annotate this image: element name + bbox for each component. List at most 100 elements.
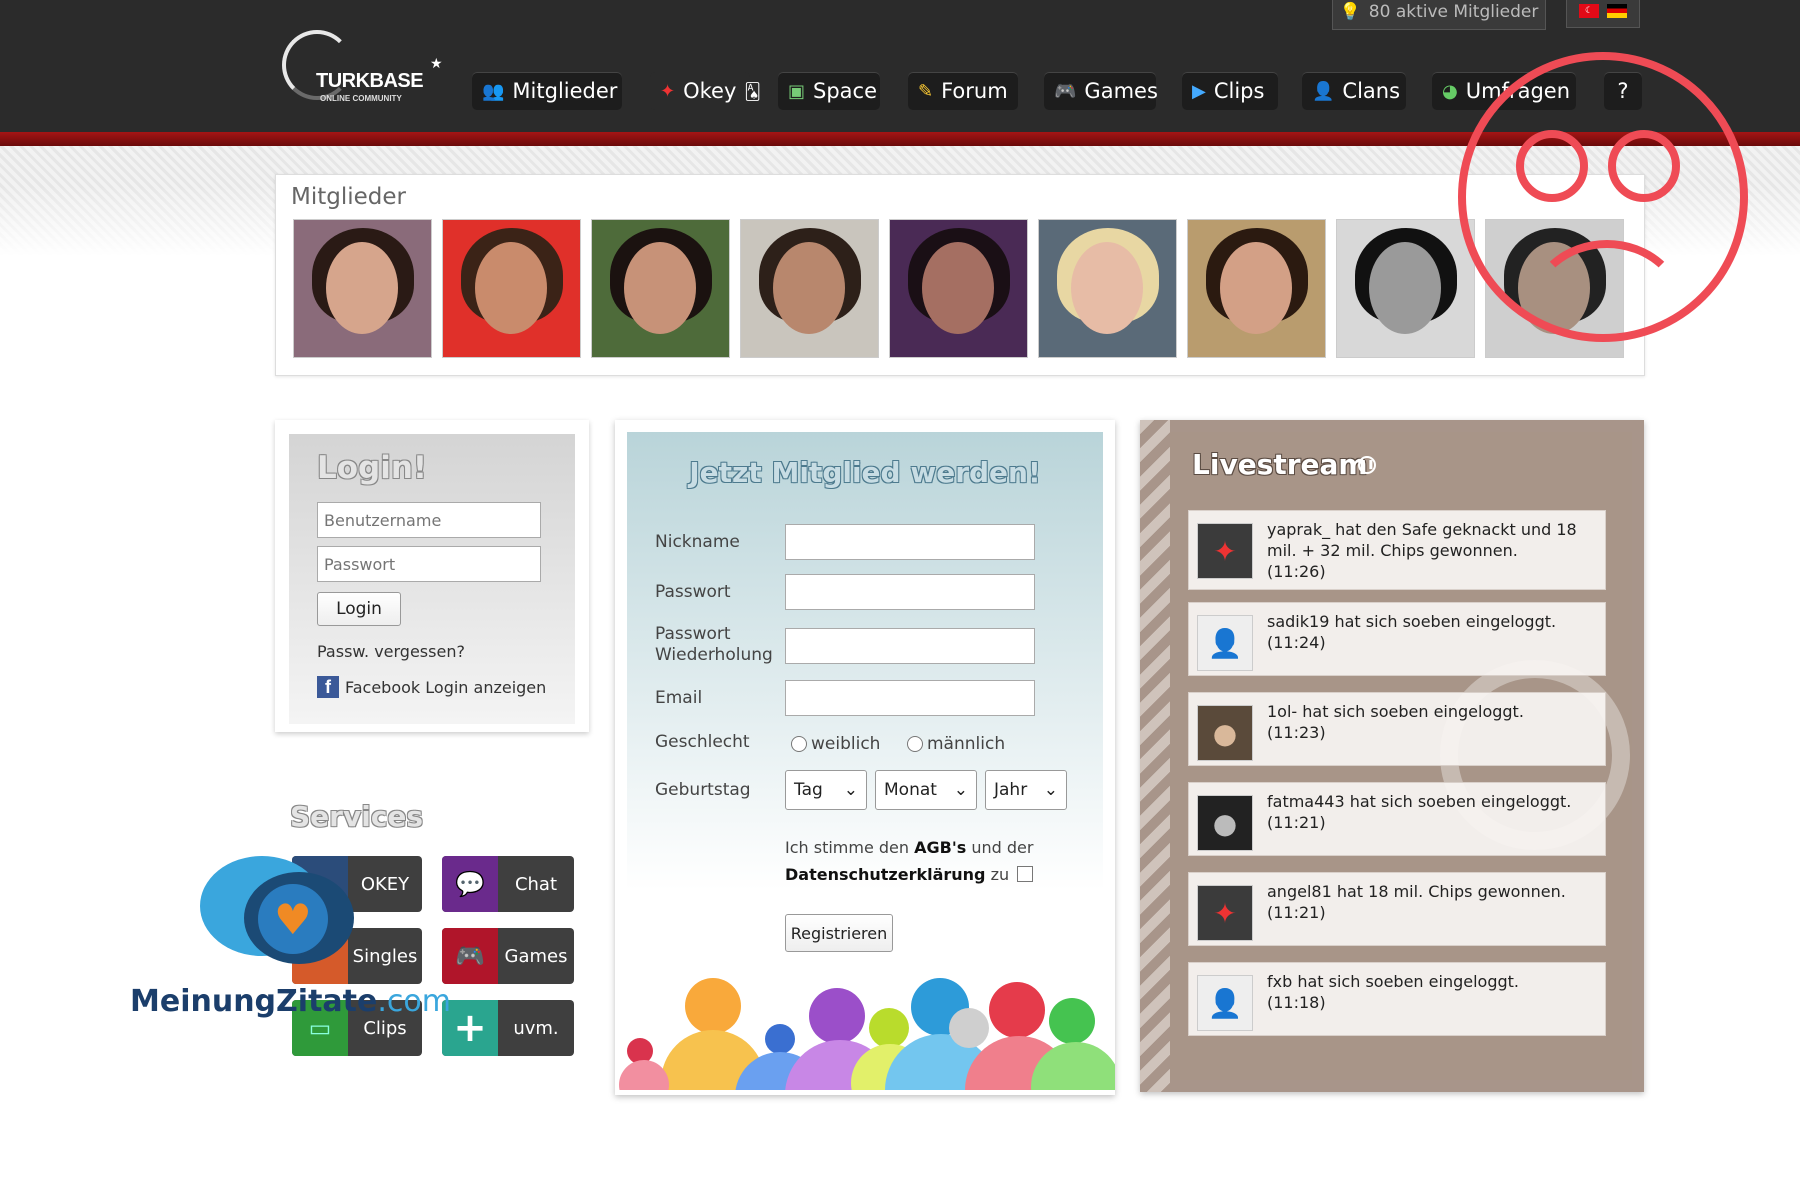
member-photo[interactable]: [889, 219, 1028, 358]
online-count: 80 aktive Mitglieder: [1368, 2, 1539, 22]
nav-mitglieder[interactable]: 👥 Mitglieder: [472, 72, 622, 110]
terms-checkbox[interactable]: [1017, 866, 1034, 882]
member-photo[interactable]: [293, 219, 432, 358]
nav-label: Forum: [941, 79, 1008, 103]
star-icon: ★: [430, 56, 443, 72]
nickname-input[interactable]: [785, 524, 1035, 560]
logo-subtitle: ONLINE COMMUNITY: [320, 94, 402, 103]
registration-title: Jetzt Mitglied werden!: [689, 456, 1041, 489]
play-icon: ▶: [1192, 80, 1206, 102]
member-photo[interactable]: [740, 219, 879, 358]
password-repeat-label: Passwort Wiederholung: [655, 624, 773, 666]
terms-text: Ich stimme den: [785, 838, 915, 857]
sad-face-overlay-icon: [1458, 52, 1748, 342]
service-label: Games: [504, 945, 568, 967]
service-chat[interactable]: 💬 Chat: [442, 856, 574, 912]
login-panel: Login! Login Passw. vergessen? f Facebook…: [275, 420, 589, 732]
service-label: Chat: [514, 873, 558, 895]
birthday-month-select[interactable]: Monat ⌄: [875, 770, 977, 810]
livestream-entry[interactable]: ✦ yaprak_ hat den Safe geknackt und 18 m…: [1188, 510, 1606, 590]
german-flag-icon[interactable]: [1607, 4, 1627, 18]
livestream-entry[interactable]: 👤 sadik19 hat sich soeben eingeloggt. (11…: [1188, 602, 1606, 676]
register-password-input[interactable]: [785, 574, 1035, 610]
male-label: männlich: [927, 734, 1006, 754]
month-value: Monat: [884, 780, 937, 800]
member-photo[interactable]: [1336, 219, 1475, 358]
gender-female-radio[interactable]: weiblich: [791, 734, 880, 754]
nav-okey[interactable]: ✦ Okey 🂡: [650, 72, 761, 110]
service-label: uvm.: [513, 1017, 559, 1039]
entry-text: 1ol- hat sich soeben eingeloggt.: [1267, 702, 1524, 721]
facebook-login-link[interactable]: f Facebook Login anzeigen: [317, 676, 546, 698]
user-avatar: ●: [1197, 705, 1253, 761]
nickname-label: Nickname: [655, 532, 740, 552]
year-value: Jahr: [994, 780, 1028, 800]
privacy-link[interactable]: Datenschutzerklärung: [785, 865, 986, 884]
member-photo[interactable]: [591, 219, 730, 358]
password-label: Passwort: [655, 582, 731, 602]
clan-icon: 👤: [1312, 80, 1335, 102]
login-title: Login!: [317, 450, 428, 486]
member-photo[interactable]: [442, 219, 581, 358]
agb-link[interactable]: AGB's: [914, 838, 966, 857]
okey-game-icon: ✦: [1197, 523, 1253, 579]
birthday-year-select[interactable]: Jahr ⌄: [985, 770, 1067, 810]
entry-text: sadik19 hat sich soeben eingeloggt.: [1267, 612, 1557, 631]
nav-space[interactable]: ▣ Space: [778, 72, 880, 110]
entry-text: yaprak_ hat den Safe geknackt und 18 mil…: [1267, 520, 1577, 560]
people-icon: 👥: [482, 80, 505, 102]
service-games[interactable]: 🎮 Games: [442, 928, 574, 984]
member-photo[interactable]: [1038, 219, 1177, 358]
chevron-down-icon: ⌄: [953, 780, 968, 800]
members-title: Mitglieder: [291, 184, 406, 210]
gender-label: Geschlecht: [655, 732, 750, 752]
radio-circle[interactable]: [907, 736, 923, 752]
nav-clips[interactable]: ▶ Clips: [1182, 72, 1278, 110]
pie-chart-icon: ◕: [1442, 80, 1458, 102]
livestream-entry[interactable]: ● 1ol- hat sich soeben eingeloggt. (11:23…: [1188, 692, 1606, 766]
watermark-text: MeinungZitate.com: [130, 984, 451, 1019]
entry-time: (11:18): [1267, 993, 1326, 1012]
nav-label: Clips: [1213, 79, 1265, 103]
service-label: Clips: [363, 1017, 407, 1039]
radio-circle[interactable]: [791, 736, 807, 752]
nav-label: Clans: [1342, 79, 1401, 103]
nav-clans[interactable]: 👤 Clans: [1302, 72, 1406, 110]
nav-label: Space: [813, 79, 878, 103]
nav-forum[interactable]: ✎ Forum: [908, 72, 1018, 110]
birthday-day-select[interactable]: Tag ⌄: [785, 770, 867, 810]
livestream-entry[interactable]: 👤 fxb hat sich soeben eingeloggt. (11:18): [1188, 962, 1606, 1036]
gender-male-radio[interactable]: männlich: [907, 734, 1005, 754]
lightbulb-icon: 💡: [1339, 2, 1361, 22]
heart-icon: ♥: [258, 884, 328, 954]
cards-icon: ✦: [660, 80, 676, 102]
space-icon: ▣: [788, 80, 806, 102]
password-input[interactable]: [317, 546, 541, 582]
turkbase-logo[interactable]: TURKBASE ONLINE COMMUNITY ★: [280, 28, 450, 108]
register-button[interactable]: Registrieren: [785, 914, 893, 952]
terms-consent: Ich stimme den AGB's und der Datenschutze…: [785, 834, 1045, 888]
nav-label: Okey: [683, 79, 737, 103]
nav-label: Games: [1084, 79, 1158, 103]
service-more[interactable]: + uvm.: [442, 1000, 574, 1056]
email-input[interactable]: [785, 680, 1035, 716]
password-repeat-input[interactable]: [785, 628, 1035, 664]
username-input[interactable]: [317, 502, 541, 538]
sad-face-eye: [1516, 130, 1588, 202]
nav-games[interactable]: 🎮 Games: [1044, 72, 1158, 110]
gamepad-icon: 🎮: [442, 928, 498, 984]
login-button[interactable]: Login: [317, 592, 401, 626]
default-avatar-icon: 👤: [1197, 615, 1253, 671]
forgot-password-link[interactable]: Passw. vergessen?: [317, 642, 465, 661]
female-label: weiblich: [811, 734, 881, 754]
livestream-entry[interactable]: ✦ angel81 hat 18 mil. Chips gewonnen. (11…: [1188, 872, 1606, 946]
language-switcher[interactable]: ☾: [1566, 0, 1640, 28]
service-label: Singles: [352, 945, 418, 967]
members-gallery: Mitglieder: [275, 174, 1645, 376]
email-label: Email: [655, 688, 703, 708]
online-members-badge[interactable]: 💡 80 aktive Mitglieder: [1332, 0, 1546, 30]
member-photo[interactable]: [1187, 219, 1326, 358]
livestream-entry[interactable]: ● fatma443 hat sich soeben eingeloggt. (1…: [1188, 782, 1606, 856]
turkish-flag-icon[interactable]: ☾: [1579, 4, 1599, 18]
pause-icon[interactable]: ❚❚: [1358, 456, 1376, 474]
